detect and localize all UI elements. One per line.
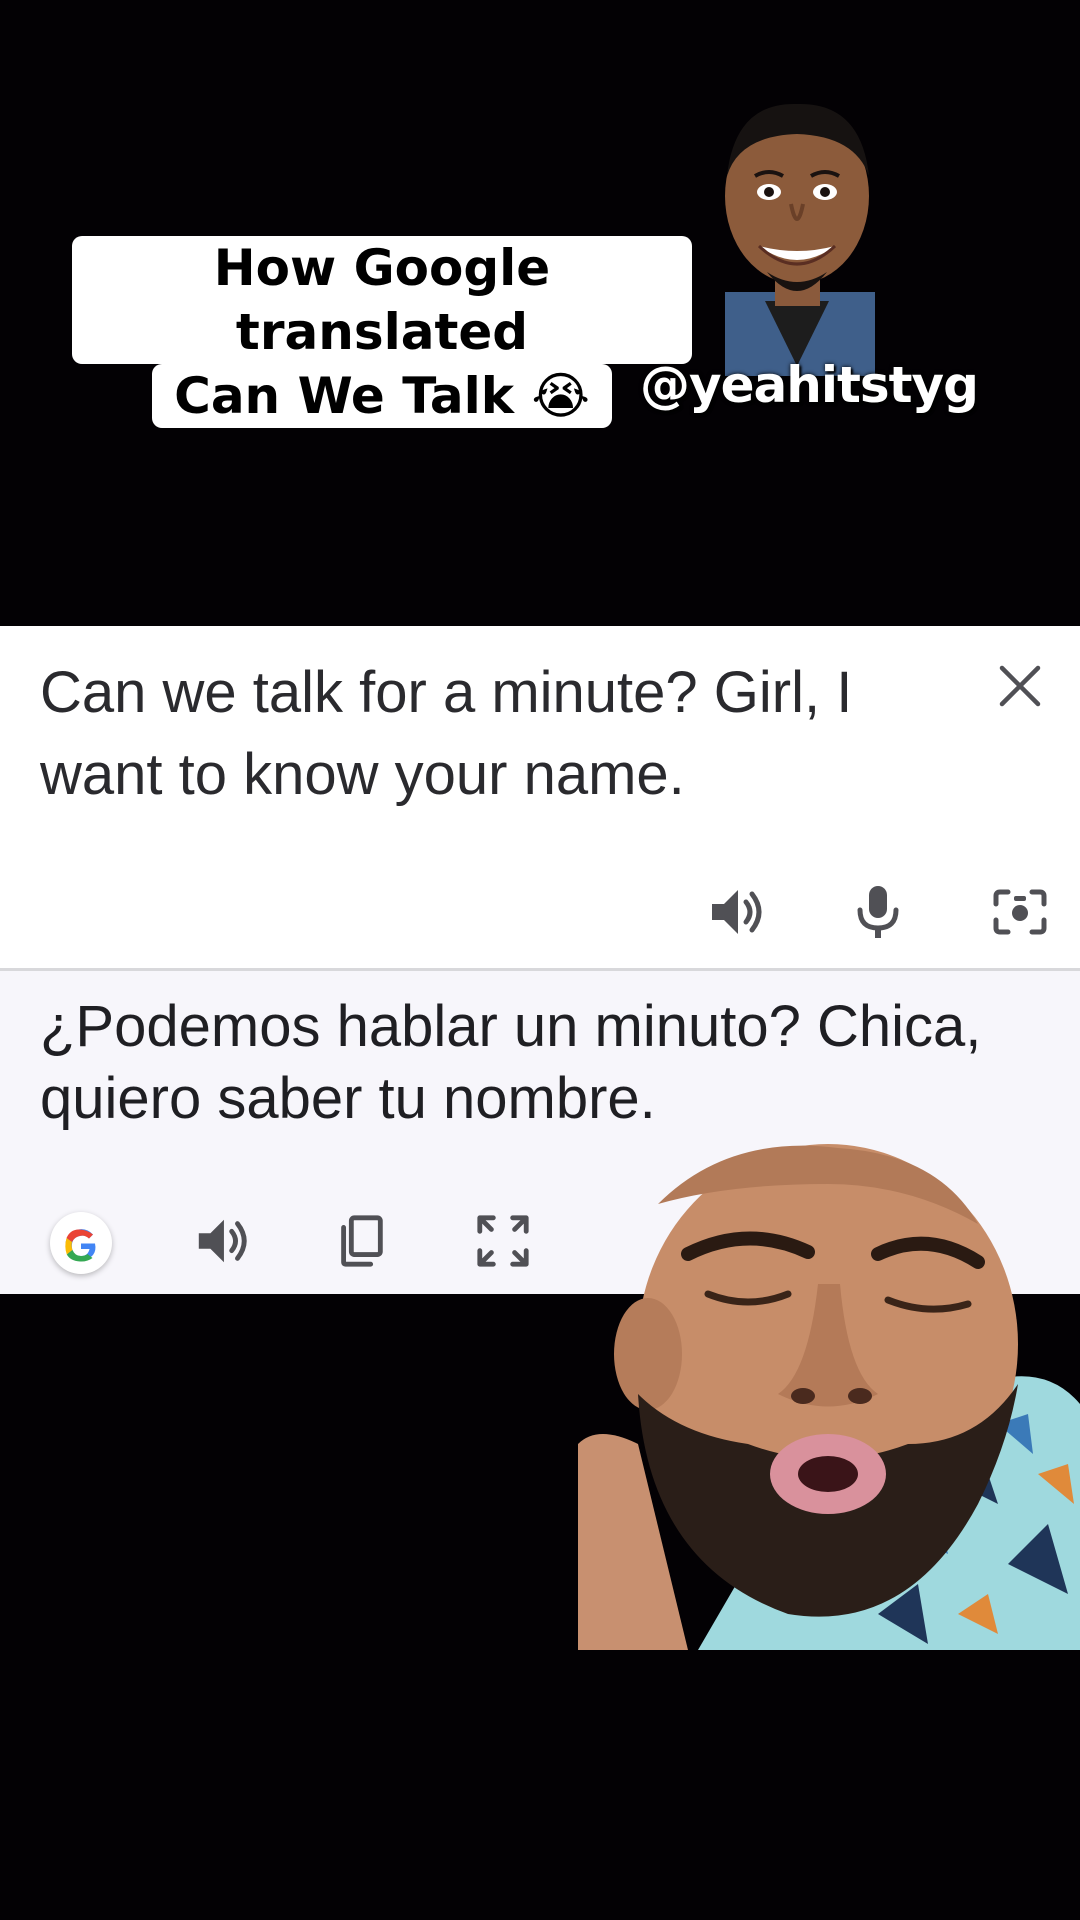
source-text-input[interactable]: Can we talk for a minute? Girl, I want t… (40, 652, 920, 816)
microphone-icon[interactable] (848, 882, 908, 942)
speaker-icon[interactable] (193, 1212, 251, 1270)
caption: How Google translated Can We Talk 😭 (72, 236, 692, 428)
reaction-face-image (578, 1144, 1080, 1650)
translated-text: ¿Podemos hablar un minuto? Chica, quiero… (40, 994, 982, 1131)
close-icon[interactable] (994, 660, 1046, 712)
fullscreen-icon[interactable] (474, 1212, 532, 1270)
creator-handle: @yeahitstyg (640, 356, 979, 414)
caption-line-2: Can We Talk 😭 (152, 364, 612, 428)
creator-face-image (725, 103, 875, 376)
copy-icon[interactable] (332, 1212, 390, 1270)
camera-icon[interactable] (990, 882, 1050, 942)
source-panel: Can we talk for a minute? Girl, I want t… (0, 626, 1080, 971)
google-logo-icon[interactable] (50, 1212, 112, 1274)
speaker-icon[interactable] (706, 882, 766, 942)
caption-line-1: How Google translated (72, 236, 692, 364)
